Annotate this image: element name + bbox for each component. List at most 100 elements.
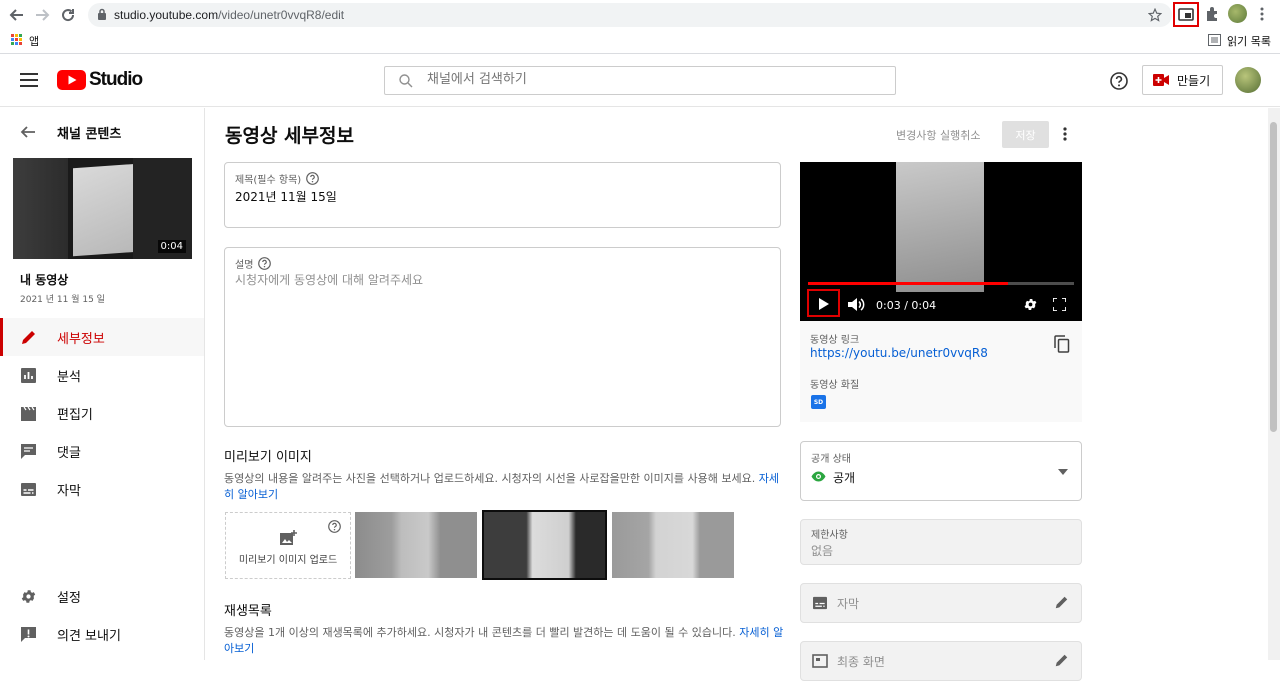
- end-screen-card[interactable]: 최종 화면: [800, 641, 1082, 681]
- playlist-learn-more-link-cont[interactable]: 아보기: [224, 642, 254, 655]
- play-button[interactable]: [807, 289, 840, 317]
- star-icon[interactable]: [1148, 8, 1162, 22]
- account-avatar[interactable]: [1235, 67, 1261, 93]
- subtitles-label: 자막: [837, 597, 860, 611]
- thumbnail-option-2-selected[interactable]: [482, 510, 607, 580]
- video-camera-icon: [1153, 74, 1169, 86]
- picture-in-picture-icon[interactable]: [1173, 2, 1199, 27]
- page-title: 동영상 세부정보: [225, 125, 354, 147]
- apps-bookmark[interactable]: 앱: [29, 33, 39, 49]
- edit-pencil-icon[interactable]: [1054, 595, 1069, 610]
- studio-logo[interactable]: Studio: [57, 69, 143, 91]
- learn-more-link[interactable]: 자세: [759, 472, 779, 485]
- visibility-value: 공개: [833, 471, 856, 485]
- restrictions-label: 제한사항: [811, 530, 848, 541]
- thumbnail-option-1[interactable]: [355, 512, 477, 578]
- undo-changes-button[interactable]: 변경사항 실행취소: [896, 127, 980, 143]
- playlist-learn-more-link[interactable]: 자세히 알: [739, 626, 783, 639]
- profile-avatar[interactable]: [1228, 4, 1247, 23]
- thumbnail-upload-button[interactable]: 미리보기 이미지 업로드: [225, 512, 351, 579]
- video-player[interactable]: 0:03 / 0:04: [800, 162, 1082, 321]
- video-link[interactable]: https://youtu.be/unetr0vvqR8: [810, 346, 988, 360]
- create-button[interactable]: 만들기: [1142, 65, 1223, 95]
- chrome-menu-icon[interactable]: [1258, 6, 1266, 22]
- sidebar-settings[interactable]: 설정: [0, 577, 204, 615]
- sidebar-item-editor[interactable]: 편집기: [0, 394, 204, 432]
- reading-list-icon[interactable]: [1208, 34, 1221, 46]
- reading-list-label[interactable]: 읽기 목록: [1227, 33, 1271, 49]
- video-date: 2021 년 11 월 15 일: [20, 295, 105, 305]
- copy-icon[interactable]: [1054, 335, 1070, 353]
- progress-track[interactable]: [808, 282, 1074, 285]
- subtitles-icon: [20, 481, 37, 498]
- settings-gear-icon[interactable]: [1023, 297, 1038, 312]
- restrictions-value: 없음: [811, 544, 834, 558]
- analytics-icon: [20, 367, 37, 384]
- studio-header: Studio 만들기: [0, 55, 1280, 107]
- url-host: studio.youtube.com: [114, 8, 219, 22]
- play-icon: [819, 298, 829, 310]
- video-thumbnail[interactable]: 0:04: [13, 158, 192, 259]
- search-icon: [399, 74, 413, 88]
- apps-grid-icon[interactable]: [11, 34, 22, 45]
- playlist-section-desc: 동영상을 1개 이상의 재생목록에 추가하세요. 시청자가 내 콘텐츠를 더 빨…: [224, 625, 784, 657]
- create-label: 만들기: [1177, 73, 1211, 88]
- forward-arrow-icon[interactable]: [31, 4, 53, 26]
- description-field[interactable]: 설명 시청자에게 동영상에 대해 알려주세요: [224, 247, 781, 427]
- sidebar-item-label: 설정: [57, 590, 81, 606]
- extensions-icon[interactable]: [1204, 6, 1220, 22]
- sidebar-item-subtitles[interactable]: 자막: [0, 470, 204, 508]
- sidebar-item-details[interactable]: 세부정보: [0, 318, 204, 356]
- sidebar-item-comments[interactable]: 댓글: [0, 432, 204, 470]
- page-scrollbar[interactable]: [1268, 108, 1280, 660]
- description-placeholder: 시청자에게 동영상에 대해 알려주세요: [235, 273, 424, 287]
- search-box[interactable]: [384, 66, 896, 95]
- hamburger-menu-icon[interactable]: [20, 73, 38, 87]
- video-preview-card: 0:03 / 0:04 동영상 링크 https://youtu.be/unet…: [800, 162, 1082, 422]
- back-icon[interactable]: [20, 124, 36, 140]
- channel-content-title[interactable]: 채널 콘텐츠: [57, 123, 121, 142]
- browser-chrome: studio.youtube.com/video/unetr0vvqR8/edi…: [0, 0, 1280, 54]
- sidebar-item-label: 분석: [57, 369, 81, 385]
- pencil-icon: [20, 329, 37, 346]
- help-circle-icon[interactable]: [328, 520, 341, 533]
- subtitles-card[interactable]: 자막: [800, 583, 1082, 623]
- playlist-section-title: 재생목록: [224, 604, 272, 619]
- my-video-title: 내 동영상: [20, 273, 69, 287]
- eye-icon: [811, 471, 826, 482]
- search-input[interactable]: [427, 72, 867, 87]
- subtitles-icon: [812, 596, 828, 610]
- comment-icon: [20, 443, 37, 460]
- scrollbar-thumb[interactable]: [1270, 122, 1277, 432]
- clapper-icon: [20, 405, 37, 422]
- thumbnail-desc-text: 동영상의 내용을 알려주는 사진을 선택하거나 업로드하세요. 시청자의 시선을…: [224, 472, 756, 485]
- reload-icon[interactable]: [57, 4, 79, 26]
- help-icon[interactable]: [1110, 72, 1128, 90]
- description-field-label: 설명: [235, 256, 272, 271]
- video-frame: [896, 162, 984, 292]
- thumbnail-section-title: 미리보기 이미지: [224, 450, 312, 465]
- more-options-icon[interactable]: [1061, 126, 1069, 142]
- youtube-logo-icon: [57, 70, 86, 90]
- back-arrow-icon[interactable]: [6, 4, 28, 26]
- fullscreen-icon[interactable]: [1053, 298, 1066, 311]
- address-bar[interactable]: studio.youtube.com/video/unetr0vvqR8/edi…: [88, 3, 1172, 27]
- add-photo-icon: [280, 530, 297, 545]
- sidebar-item-label: 의견 보내기: [57, 628, 121, 644]
- learn-more-link-cont[interactable]: 히 알아보기: [224, 488, 278, 501]
- thumbnail-option-3[interactable]: [612, 512, 734, 578]
- visibility-dropdown[interactable]: 공개 상태 공개: [800, 441, 1082, 501]
- sidebar-item-analytics[interactable]: 분석: [0, 356, 204, 394]
- help-circle-icon[interactable]: [258, 257, 272, 270]
- progress-fill: [808, 282, 1008, 285]
- sidebar-item-label: 댓글: [57, 445, 81, 461]
- volume-icon[interactable]: [848, 297, 865, 312]
- edit-pencil-icon[interactable]: [1054, 653, 1069, 668]
- video-time: 0:03 / 0:04: [876, 299, 937, 312]
- help-circle-icon[interactable]: [306, 172, 320, 185]
- title-field[interactable]: 제목(필수 항목) 2021년 11월 15일: [224, 162, 781, 228]
- url-path: /video/unetr0vvqR8/edit: [218, 8, 345, 22]
- save-button[interactable]: 저장: [1002, 121, 1049, 148]
- sidebar-feedback[interactable]: 의견 보내기: [0, 615, 204, 653]
- title-value[interactable]: 2021년 11월 15일: [235, 188, 337, 205]
